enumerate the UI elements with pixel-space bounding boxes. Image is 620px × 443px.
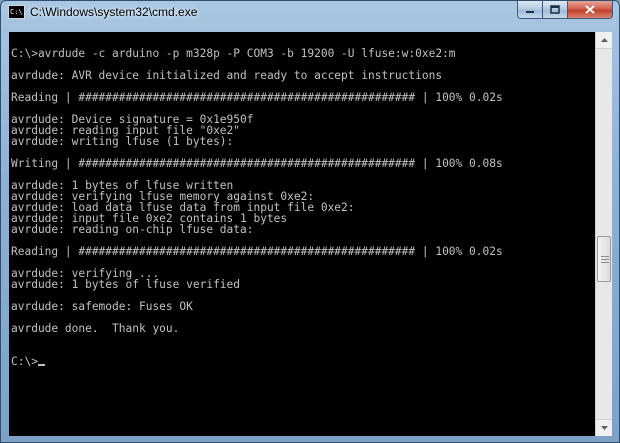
cmd-icon[interactable]: C:\. xyxy=(8,5,27,19)
console-line: Reading | ##############################… xyxy=(11,245,503,258)
console-line: C:\>avrdude -c arduino -p m328p -P COM3 … xyxy=(11,47,456,60)
console-area: C:\>avrdude -c arduino -p m328p -P COM3 … xyxy=(9,32,612,436)
minimize-icon xyxy=(526,10,534,13)
window-controls xyxy=(517,1,613,20)
minimize-button[interactable] xyxy=(517,1,543,19)
scroll-down-button[interactable] xyxy=(596,419,612,436)
maximize-button[interactable] xyxy=(543,1,568,19)
grip-line xyxy=(601,259,609,260)
maximize-icon xyxy=(550,5,560,14)
close-icon xyxy=(585,5,595,14)
console-line: avrdude done. Thank you. xyxy=(11,322,180,335)
text-cursor xyxy=(37,364,45,366)
console-line: Reading | ##############################… xyxy=(11,91,503,104)
scroll-thumb[interactable] xyxy=(597,236,611,282)
scroll-up-button[interactable] xyxy=(596,32,612,49)
grip-line xyxy=(601,262,609,263)
window-title: C:\Windows\system32\cmd.exe xyxy=(30,5,198,19)
arrow-down-icon xyxy=(600,426,608,430)
console-line: C:\> xyxy=(11,356,595,367)
console-line: avrdude: safemode: Fuses OK xyxy=(11,300,193,313)
console-line: avrdude: reading on-chip lfuse data: xyxy=(11,223,254,236)
grip-line xyxy=(601,256,609,257)
console-line: avrdude: AVR device initialized and read… xyxy=(11,69,443,82)
cmd-window: C:\. C:\Windows\system32\cmd.exe C:\>avr… xyxy=(0,0,620,443)
console-line: Writing | ##############################… xyxy=(11,157,503,170)
title-bar[interactable]: C:\. C:\Windows\system32\cmd.exe xyxy=(1,1,619,25)
console-line: avrdude: writing lfuse (1 bytes): xyxy=(11,135,234,148)
console-line: avrdude: 1 bytes of lfuse verified xyxy=(11,278,241,291)
console-output[interactable]: C:\>avrdude -c arduino -p m328p -P COM3 … xyxy=(9,32,595,436)
close-button[interactable] xyxy=(568,1,613,19)
arrow-up-icon xyxy=(600,38,608,42)
vertical-scrollbar[interactable] xyxy=(595,32,612,436)
